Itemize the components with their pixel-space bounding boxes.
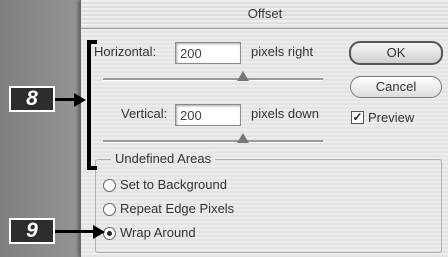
- callout-arrow-9-line: [55, 230, 95, 233]
- callout-arrow-9-head: [93, 225, 105, 239]
- callout-arrow-8-line: [55, 98, 75, 101]
- horizontal-unit: pixels right: [251, 44, 314, 59]
- horizontal-input[interactable]: 200: [175, 42, 241, 64]
- vertical-input[interactable]: 200: [175, 104, 241, 126]
- vertical-slider-thumb[interactable]: [237, 133, 249, 143]
- horizontal-slider-thumb[interactable]: [237, 71, 249, 81]
- radio-label-set-to-background: Set to Background: [120, 177, 227, 192]
- radio-label-repeat-edge-pixels: Repeat Edge Pixels: [120, 201, 235, 216]
- preview-label: Preview: [368, 110, 415, 125]
- vertical-label: Vertical:: [121, 106, 168, 121]
- ok-button[interactable]: OK: [349, 41, 443, 65]
- offset-dialog: Offset Horizontal: 200 pixels right Vert…: [80, 0, 448, 257]
- callout-bracket: [87, 40, 97, 170]
- radio-label-wrap-around: Wrap Around: [120, 225, 196, 240]
- radio-repeat-edge-pixels[interactable]: [103, 203, 116, 216]
- vertical-slider-track[interactable]: [103, 140, 323, 143]
- radio-set-to-background[interactable]: [103, 179, 116, 192]
- dialog-title: Offset: [81, 0, 448, 29]
- vertical-unit: pixels down: [251, 106, 319, 121]
- preview-checkbox[interactable]: ✓: [351, 111, 364, 124]
- dialog-content: Horizontal: 200 pixels right Vertical: 2…: [81, 29, 448, 257]
- cancel-button[interactable]: Cancel: [350, 76, 442, 98]
- horizontal-label: Horizontal:: [94, 44, 157, 59]
- callout-arrow-8-head: [74, 93, 86, 107]
- callout-badge-8: 8: [9, 86, 55, 112]
- callout-badge-9: 9: [9, 218, 55, 244]
- horizontal-slider-track[interactable]: [103, 78, 323, 81]
- undefined-areas-title: Undefined Areas: [111, 151, 216, 166]
